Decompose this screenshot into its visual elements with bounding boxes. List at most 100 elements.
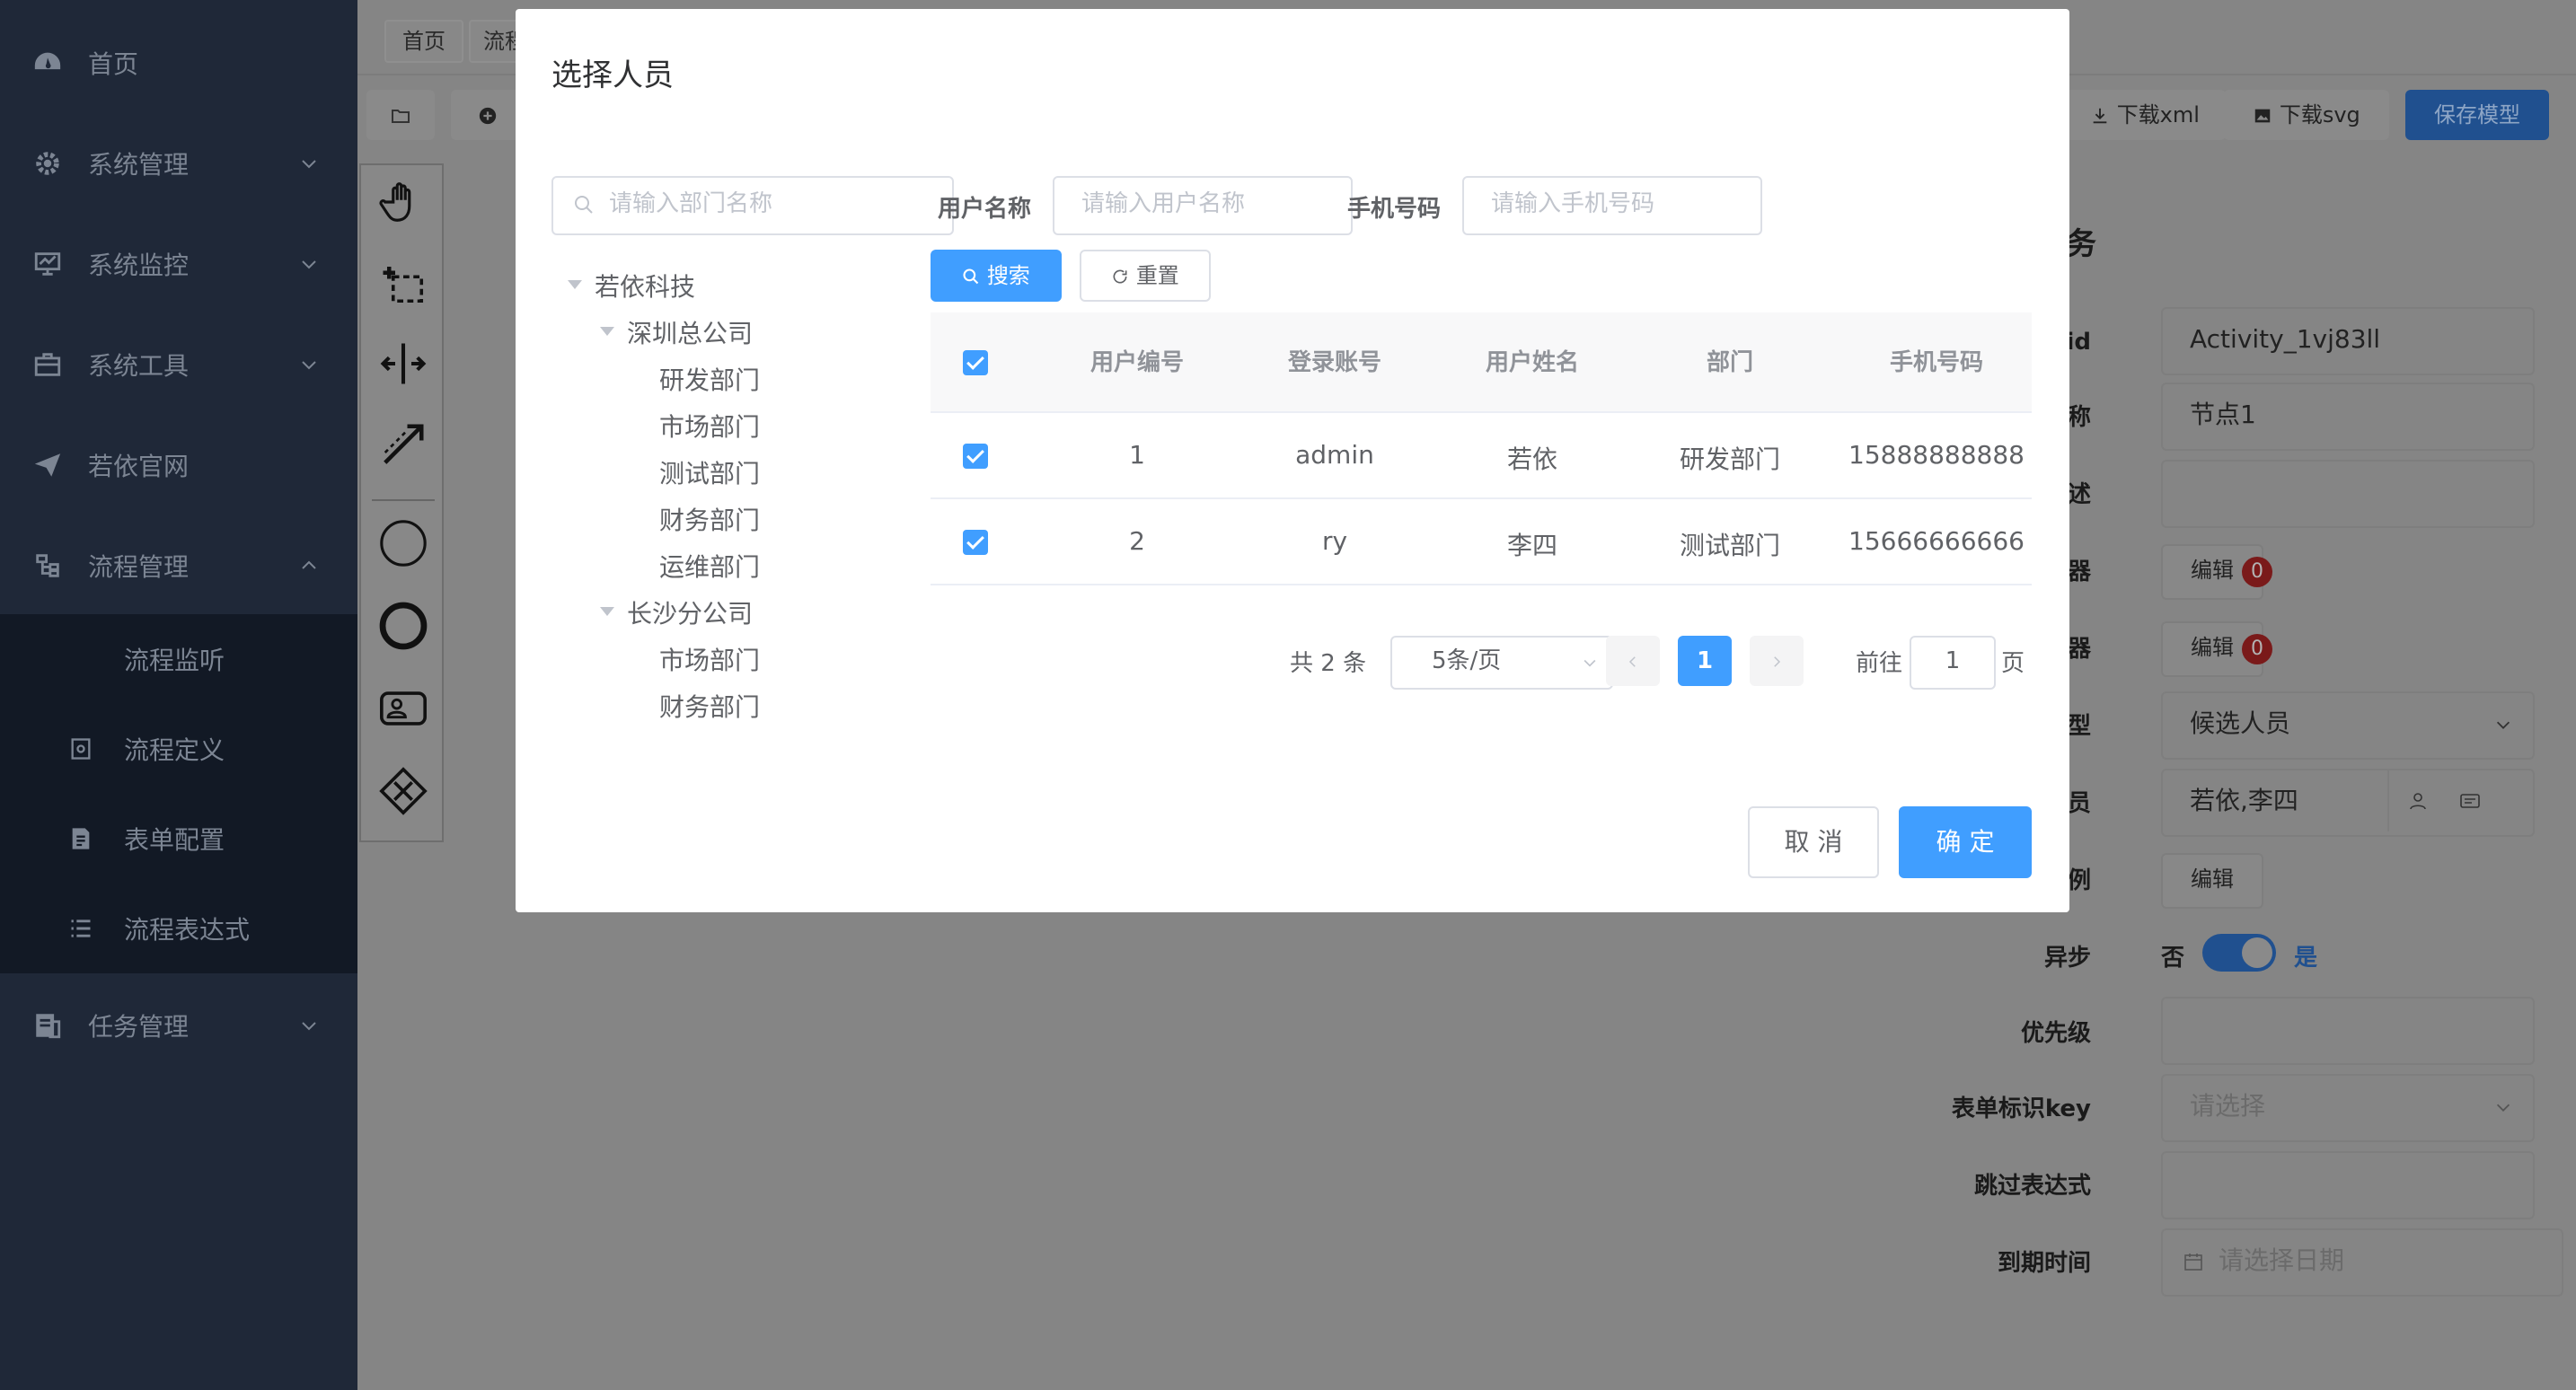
calendar-icon <box>2184 1254 2202 1271</box>
confirm-button[interactable]: 确 定 <box>1899 806 2032 878</box>
priority-field[interactable] <box>2161 997 2535 1065</box>
form-icon <box>72 828 90 849</box>
multi-instance-edit-button[interactable]: 编辑 <box>2161 853 2263 909</box>
async-toggle[interactable] <box>2202 934 2276 972</box>
tree-node[interactable]: 市场部门 <box>551 636 893 681</box>
row-checkbox[interactable] <box>963 530 988 555</box>
exec-listener-badge: 0 <box>2242 557 2272 587</box>
row-checkbox[interactable] <box>963 444 988 469</box>
tree-node[interactable]: 测试部门 <box>551 449 893 494</box>
sidebar-item-label: 流程管理 <box>88 552 190 582</box>
open-file-button[interactable] <box>366 90 435 140</box>
phone-filter-label: 手机号码 <box>1347 196 1442 223</box>
search-button[interactable]: 搜索 <box>931 250 1062 302</box>
tree-node[interactable]: 财务部门 <box>551 682 893 727</box>
sidebar-item-task-management[interactable]: 任务管理 <box>0 975 357 1076</box>
dept-search-input[interactable]: 请输入部门名称 <box>551 176 954 235</box>
palette-divider <box>372 499 435 501</box>
lasso-tool-icon[interactable] <box>379 259 428 307</box>
chevron-down-icon <box>2496 1104 2510 1112</box>
node-desc-field[interactable] <box>2161 460 2535 528</box>
user-table: 用户编号 登录账号 用户姓名 部门 手机号码 1 admin 若依 研发部门 1… <box>931 312 2032 596</box>
form-key-placeholder: 请选择 <box>2190 1091 2266 1121</box>
chevron-down-icon <box>302 260 316 269</box>
page-number-button[interactable]: 1 <box>1678 636 1732 686</box>
sidebar-item-process-listener[interactable]: 流程监听 <box>0 614 357 704</box>
reset-button[interactable]: 重置 <box>1080 250 1211 302</box>
dept-search-placeholder: 请输入部门名称 <box>609 190 773 217</box>
tree-node-label: 研发部门 <box>659 365 761 395</box>
page-size-select[interactable]: 5条/页 <box>1390 636 1613 690</box>
node-id-field[interactable]: Activity_1vj83ll <box>2161 307 2535 375</box>
exclusive-gateway-icon[interactable] <box>377 765 429 817</box>
sidebar-item-home[interactable]: 首页 <box>0 13 357 113</box>
table-row[interactable]: 2 ry 李四 测试部门 15666666666 <box>931 499 2032 585</box>
user-task-icon[interactable] <box>377 682 429 735</box>
sidebar-item-form-config[interactable]: 表单配置 <box>0 794 357 884</box>
sidebar-item-ruoyi-site[interactable]: 若依官网 <box>0 415 357 515</box>
goto-page-input[interactable]: 1 <box>1910 636 1996 690</box>
id-card-icon[interactable] <box>2459 790 2481 812</box>
monitor-icon <box>34 252 61 276</box>
chevron-left-icon <box>1628 656 1636 667</box>
sidebar-item-label: 流程表达式 <box>124 915 251 945</box>
prev-page-button[interactable] <box>1606 636 1660 686</box>
download-svg-button[interactable]: 下载svg <box>2224 90 2389 140</box>
tree-node[interactable]: 市场部门 <box>551 402 893 447</box>
search-icon <box>575 196 593 214</box>
tree-node[interactable]: 若依科技 <box>551 262 893 307</box>
caret-down-icon <box>568 280 582 289</box>
user-type-select[interactable]: 候选人员 <box>2161 691 2535 760</box>
tree-node[interactable]: 运维部门 <box>551 542 893 587</box>
next-page-button[interactable] <box>1750 636 1804 686</box>
skip-expression-label: 跳过表达式 <box>1973 1173 2091 1200</box>
candidate-users-field[interactable]: 若依,李四 <box>2161 769 2535 837</box>
sidebar-item-label: 表单配置 <box>124 825 225 855</box>
page-suffix: 页 <box>2001 650 2025 677</box>
table-row[interactable]: 1 admin 若依 研发部门 15888888888 <box>931 413 2032 499</box>
sidebar-item-system-tools[interactable]: 系统工具 <box>0 314 357 415</box>
cell-phone: 15888888888 <box>1848 440 2025 470</box>
tab-process[interactable]: 流程 <box>469 20 523 63</box>
phone-filter-placeholder: 请输入手机号码 <box>1491 190 1655 217</box>
dept-tree: 若依科技 深圳总公司 研发部门 市场部门 测试部门 财务部门 运维部门 长沙分公… <box>551 262 911 765</box>
connect-tool-icon[interactable] <box>379 420 428 469</box>
sidebar-item-system-management[interactable]: 系统管理 <box>0 113 357 214</box>
save-model-button[interactable]: 保存模型 <box>2405 90 2549 140</box>
username-filter-input[interactable]: 请输入用户名称 <box>1053 176 1353 235</box>
field-divider <box>2387 770 2389 831</box>
sidebar-item-system-monitor[interactable]: 系统监控 <box>0 214 357 314</box>
sidebar-item-label: 若依官网 <box>88 452 190 481</box>
tree-node[interactable]: 深圳总公司 <box>551 309 893 354</box>
download-xml-button[interactable]: 下载xml <box>2064 90 2226 140</box>
start-event-icon[interactable] <box>377 517 429 569</box>
header-user-name: 用户姓名 <box>1485 349 1579 376</box>
cancel-button[interactable]: 取 消 <box>1748 806 1879 878</box>
download-icon <box>2093 108 2107 124</box>
chevron-down-icon <box>302 361 316 370</box>
tree-node[interactable]: 研发部门 <box>551 356 893 400</box>
image-icon <box>2254 109 2271 123</box>
candidate-users-value: 若依,李四 <box>2190 786 2298 815</box>
header-login-account: 登录账号 <box>1287 349 1381 376</box>
form-key-select[interactable]: 请选择 <box>2161 1074 2535 1142</box>
cell-login-account: ry <box>1321 526 1348 556</box>
tree-node[interactable]: 长沙分公司 <box>551 589 893 634</box>
select-all-checkbox[interactable] <box>963 350 988 375</box>
tab-home[interactable]: 首页 <box>384 20 463 63</box>
due-date-picker[interactable]: 请选择日期 <box>2161 1228 2563 1297</box>
space-tool-icon[interactable] <box>379 339 428 388</box>
skip-expression-field[interactable] <box>2161 1151 2535 1219</box>
end-event-icon[interactable] <box>377 600 429 652</box>
node-name-field[interactable]: 节点1 <box>2161 383 2535 451</box>
phone-filter-input[interactable]: 请输入手机号码 <box>1462 176 1762 235</box>
user-icon[interactable] <box>2407 790 2429 812</box>
sidebar-item-process-definition[interactable]: 流程定义 <box>0 704 357 794</box>
tree-node[interactable]: 财务部门 <box>551 496 893 541</box>
sidebar-item-process-management[interactable]: 流程管理 <box>0 515 357 616</box>
paper-plane-icon <box>34 453 61 477</box>
add-button[interactable] <box>451 90 523 140</box>
sidebar-item-label: 流程定义 <box>124 735 225 765</box>
hand-tool-icon[interactable] <box>379 178 428 226</box>
sidebar-item-process-expression[interactable]: 流程表达式 <box>0 884 357 973</box>
